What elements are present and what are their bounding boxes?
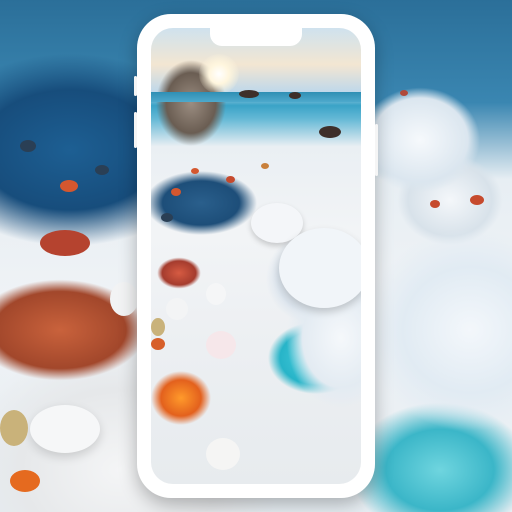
distant-rock [239,90,259,98]
background-pebble [30,405,100,453]
screen-pebble [151,338,165,350]
background-pebble [400,90,408,96]
screen-pebble [206,438,240,470]
screen-pebble [161,213,173,222]
background-pebble [430,200,440,208]
screen-pebble [226,176,235,183]
screen-pebble [206,331,236,359]
screen-pebble [171,188,181,196]
background-pebble [10,470,40,492]
background-pebble [0,410,28,446]
background-pebble [40,230,90,256]
background-pebble [60,180,78,192]
phone-side-button [375,124,378,176]
screen-pebble [279,228,361,308]
phone-notch [210,28,302,46]
background-pebble [20,140,36,152]
wallpaper-preview [0,0,512,512]
screen-pebble [166,298,188,320]
distant-rock [319,126,341,138]
screen-pebble [261,163,269,169]
phone-side-button [134,112,137,148]
background-pebble [470,195,484,205]
screen-pebble [206,283,226,305]
background-pebble [110,282,138,316]
screen-pebble [191,168,199,174]
phone-side-button [134,76,137,96]
distant-rock [289,92,301,99]
background-pebble [95,165,109,175]
phone-frame [134,14,378,498]
phone-screen-wallpaper [151,28,361,484]
sun [199,54,239,94]
screen-pebble [151,318,165,336]
